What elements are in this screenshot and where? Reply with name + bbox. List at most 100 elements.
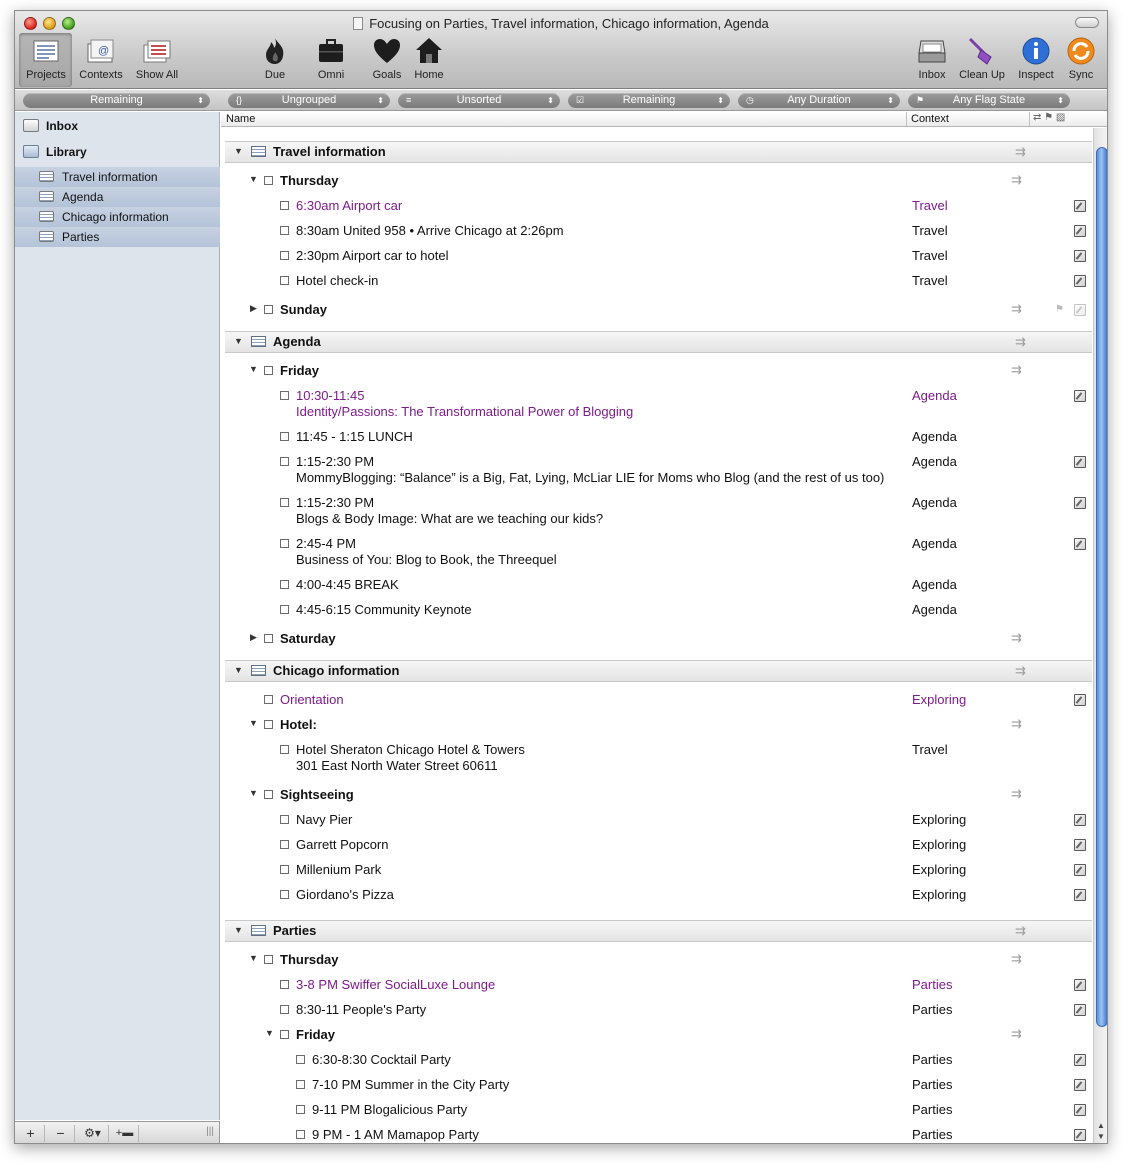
sidebar-item-travel-information[interactable]: Travel information [15, 167, 220, 187]
checkbox[interactable] [280, 226, 289, 235]
project-row-travel[interactable]: ▼ Travel information ⇉ [225, 141, 1092, 163]
due-button[interactable]: Due [247, 35, 303, 81]
task-context[interactable]: Travel [912, 248, 948, 264]
sidebar-item-parties[interactable]: Parties [15, 227, 220, 247]
checkbox[interactable] [280, 980, 289, 989]
checkbox[interactable] [280, 815, 289, 824]
task-title[interactable]: Giordano's Pizza [296, 887, 394, 903]
task-title[interactable]: Orientation [280, 692, 344, 708]
task-row[interactable]: 11:45 - 1:15 LUNCH Agenda [221, 428, 1092, 446]
task-title[interactable]: 2:30pm Airport car to hotel [296, 248, 448, 264]
task-title[interactable]: 2:45-4 PM [296, 536, 356, 552]
checkbox[interactable] [296, 1055, 305, 1064]
task-context[interactable]: Agenda [912, 429, 957, 445]
note-icon[interactable] [1074, 1004, 1086, 1016]
task-context[interactable]: Travel [912, 198, 948, 214]
sidebar-item-agenda[interactable]: Agenda [15, 187, 220, 207]
task-title[interactable]: 4:00-4:45 BREAK [296, 577, 399, 593]
disclosure-triangle-icon[interactable]: ▼ [249, 174, 258, 184]
group-row[interactable]: ▼ Hotel: ⇉ [221, 716, 1092, 734]
checkbox[interactable] [280, 840, 289, 849]
checkbox[interactable] [280, 890, 289, 899]
checkbox[interactable] [264, 955, 273, 964]
checkbox[interactable] [264, 720, 273, 729]
task-row[interactable]: Giordano's Pizza Exploring [221, 886, 1092, 904]
flag-icon[interactable]: ⚑ [1055, 304, 1064, 315]
task-context[interactable]: Parties [912, 1052, 952, 1068]
status-filter-popup[interactable]: ☑ Remaining ⬍ [568, 93, 730, 108]
note-icon[interactable] [1074, 1079, 1086, 1091]
task-title-line2[interactable]: Identity/Passions: The Transformational … [296, 404, 633, 420]
disclosure-triangle-icon[interactable]: ▼ [265, 1028, 274, 1038]
task-row[interactable]: 8:30-11 People's Party Parties [221, 1001, 1092, 1019]
task-context[interactable]: Parties [912, 1102, 952, 1118]
task-context[interactable]: Exploring [912, 862, 966, 878]
project-row-parties[interactable]: ▼ Parties ⇉ [225, 920, 1092, 942]
project-title[interactable]: Chicago information [273, 663, 399, 679]
disclosure-triangle-icon[interactable]: ▼ [234, 925, 243, 935]
checkbox[interactable] [264, 305, 273, 314]
task-title[interactable]: 11:45 - 1:15 LUNCH [296, 429, 413, 445]
show-all-button[interactable]: Show All [129, 35, 185, 81]
task-context[interactable]: Parties [912, 1127, 952, 1143]
scroll-arrows-icon[interactable]: ▲ ▼ [1097, 1120, 1105, 1142]
note-icon[interactable] [1074, 889, 1086, 901]
note-icon[interactable] [1074, 497, 1086, 509]
group-title[interactable]: Thursday [280, 952, 339, 968]
checkbox[interactable] [280, 251, 289, 260]
vertical-scrollbar[interactable]: ▲ ▼ [1093, 128, 1107, 1143]
task-context[interactable]: Agenda [912, 495, 957, 511]
task-title-line2[interactable]: 301 East North Water Street 60611 [296, 758, 498, 774]
contexts-button[interactable]: @ Contexts [73, 35, 129, 81]
note-icon[interactable] [1074, 250, 1086, 262]
task-row[interactable]: 10:30-11:45 Identity/Passions: The Trans… [221, 387, 1092, 421]
task-row[interactable]: 3-8 PM Swiffer SocialLuxe Lounge Parties [221, 976, 1092, 994]
task-title-line2[interactable]: Blogs & Body Image: What are we teaching… [296, 511, 603, 527]
project-title[interactable]: Parties [273, 923, 316, 939]
group-row[interactable]: ▼ Friday ⇉ [221, 1026, 1092, 1044]
task-title[interactable]: 1:15-2:30 PM [296, 454, 374, 470]
task-context[interactable]: Parties [912, 1002, 952, 1018]
group-row[interactable]: ▶ Sunday ⇉ ⚑ [221, 301, 1092, 319]
task-title[interactable]: Millenium Park [296, 862, 381, 878]
checkbox[interactable] [280, 498, 289, 507]
task-context[interactable]: Exploring [912, 692, 966, 708]
checkbox[interactable] [280, 580, 289, 589]
disclosure-triangle-icon[interactable]: ▼ [234, 665, 243, 675]
note-icon[interactable] [1074, 864, 1086, 876]
checkbox[interactable] [280, 457, 289, 466]
note-icon[interactable] [1074, 390, 1086, 402]
action-gear-button[interactable]: ⚙▾ [77, 1125, 109, 1142]
checkbox[interactable] [280, 201, 289, 210]
new-folder-button[interactable]: +▬ [111, 1125, 139, 1142]
task-row[interactable]: 9 PM - 1 AM Mamapop Party Parties [221, 1126, 1092, 1143]
flag-column-icon[interactable]: ⚑ [1044, 112, 1053, 123]
checkbox[interactable] [280, 1030, 289, 1039]
task-context[interactable]: Parties [912, 1077, 952, 1093]
task-row[interactable]: 6:30-8:30 Cocktail Party Parties [221, 1051, 1092, 1069]
remove-button[interactable]: − [47, 1125, 75, 1142]
group-row[interactable]: ▼ Friday ⇉ [221, 362, 1092, 380]
project-title[interactable]: Agenda [273, 334, 321, 350]
checkbox[interactable] [280, 605, 289, 614]
note-icon[interactable] [1074, 979, 1086, 991]
task-context[interactable]: Travel [912, 273, 948, 289]
note-icon[interactable] [1074, 304, 1086, 316]
task-context[interactable]: Travel [912, 223, 948, 239]
arrows-column-icon[interactable]: ⇄ [1033, 112, 1041, 123]
checkbox[interactable] [296, 1105, 305, 1114]
project-row-chicago[interactable]: ▼ Chicago information ⇉ [225, 660, 1092, 682]
task-title-line2[interactable]: MommyBlogging: “Balance” is a Big, Fat, … [296, 470, 884, 486]
checkbox[interactable] [280, 539, 289, 548]
disclosure-triangle-icon[interactable]: ▼ [249, 788, 258, 798]
checkbox[interactable] [280, 1005, 289, 1014]
sidebar-filter-popup[interactable]: Remaining ⬍ [23, 93, 210, 108]
resize-grip-icon[interactable]: ||| [206, 1126, 214, 1137]
disclosure-triangle-icon[interactable]: ▶ [250, 632, 257, 643]
task-context[interactable]: Exploring [912, 812, 966, 828]
projects-button[interactable]: Projects [18, 35, 74, 81]
checkbox[interactable] [280, 745, 289, 754]
task-title[interactable]: 9 PM - 1 AM Mamapop Party [312, 1127, 479, 1143]
checkbox[interactable] [264, 790, 273, 799]
sidebar-item-library[interactable]: Library [15, 142, 220, 162]
